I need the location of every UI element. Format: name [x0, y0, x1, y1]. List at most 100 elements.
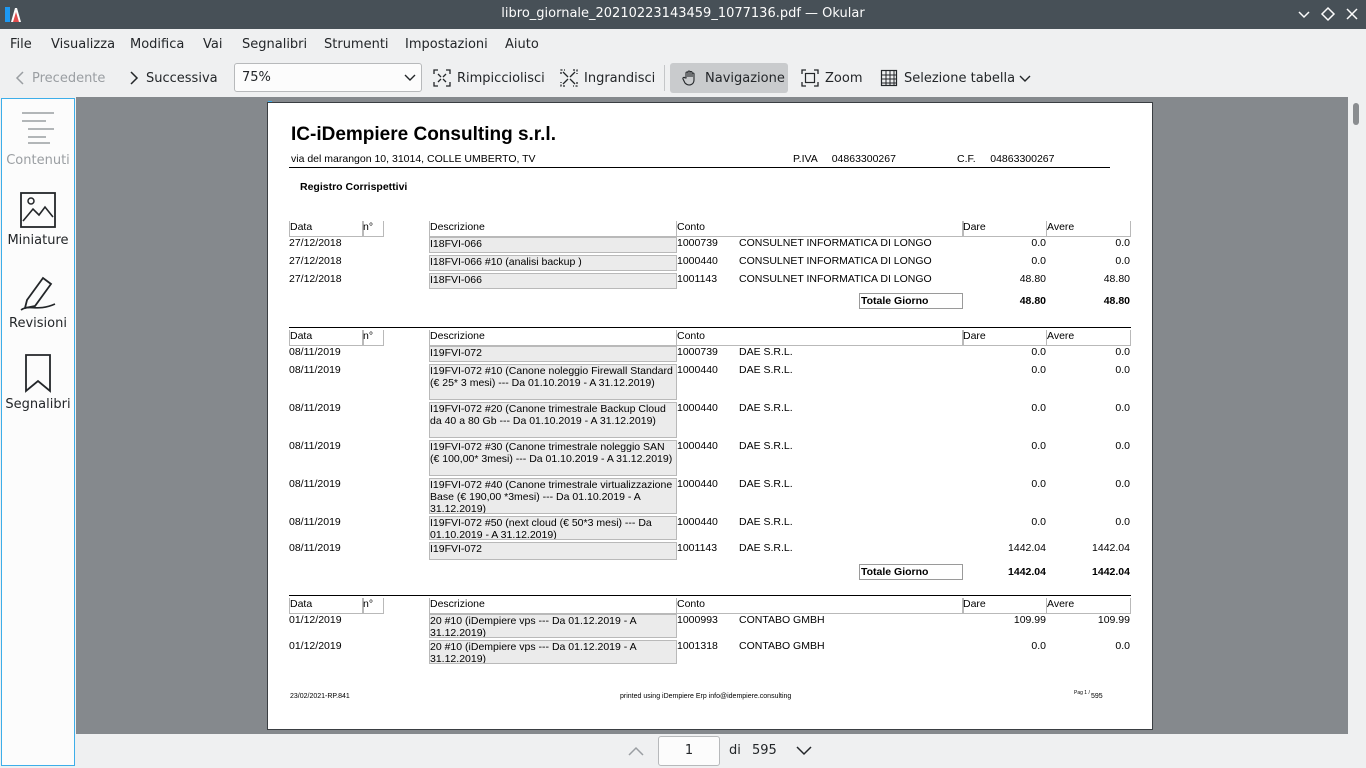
row-account-name: CONTABO GMBH: [739, 640, 825, 652]
bookmarks-icon: [25, 354, 51, 393]
column-header-descrizione: Descrizione: [429, 330, 677, 346]
row-description: 20 #10 (iDempiere vps --- Da 01.12.2019 …: [429, 640, 677, 664]
row-account-name: CONSULNET INFORMATICA DI LONGO: [739, 273, 932, 285]
day-total-avere: 48.80: [1103, 295, 1130, 307]
column-header-conto: Conto: [676, 221, 964, 237]
row-description: I18FVI-066: [429, 237, 677, 253]
column-header-conto: Conto: [676, 598, 964, 614]
page-of-label: di: [729, 743, 741, 758]
row-account: 1000739: [677, 237, 718, 249]
row-avere: 0.0: [1115, 402, 1130, 414]
row-date: 01/12/2019: [289, 614, 342, 626]
zoom-out-label: Rimpicciolisci: [457, 70, 545, 86]
menu-bar: File Visualizza Modifica Vai Segnalibri …: [0, 29, 1366, 59]
column-header-avere: Avere: [1046, 598, 1131, 614]
row-description: I19FVI-072: [429, 542, 677, 560]
row-account: 1001318: [677, 640, 718, 652]
zoom-out-button[interactable]: Rimpicciolisci: [433, 63, 545, 93]
row-date: 08/11/2019: [289, 478, 341, 490]
page-number-input[interactable]: 1: [658, 736, 720, 766]
zoom-in-label: Ingrandisci: [584, 70, 656, 86]
row-account-name: CONTABO GMBH: [739, 614, 825, 626]
footer-page-prefix: Pag 1 /: [1074, 690, 1090, 696]
row-avere: 0.0: [1115, 516, 1130, 528]
row-description: I18FVI-066 #10 (analisi backup ): [429, 255, 677, 271]
row-account: 1000440: [677, 440, 718, 452]
chevron-up-icon[interactable]: [627, 744, 645, 758]
column-header-dare: Dare: [962, 598, 1047, 614]
row-avere: 0.0: [1115, 440, 1130, 452]
sidebar-annotations-label: Revisioni: [9, 316, 67, 331]
chevron-right-icon: [130, 71, 139, 85]
zoom-select[interactable]: 75%: [234, 63, 422, 92]
row-description: I19FVI-072 #30 (Canone trimestrale noleg…: [429, 440, 677, 476]
next-page-button[interactable]: Successiva: [128, 63, 218, 93]
menu-tools[interactable]: Strumenti: [324, 37, 389, 52]
row-account-name: DAE S.R.L.: [739, 542, 793, 554]
row-dare: 109.99: [1013, 614, 1046, 626]
row-description: I19FVI-072 #20 (Canone trimestrale Backu…: [429, 402, 677, 438]
row-dare: 48.80: [1019, 273, 1046, 285]
vertical-scrollbar[interactable]: [1348, 97, 1366, 734]
browse-tool-button[interactable]: Navigazione: [670, 63, 788, 93]
table-selection-label: Selezione tabella: [904, 70, 1016, 86]
menu-bookmarks[interactable]: Segnalibri: [242, 37, 307, 52]
column-header-dare: Dare: [962, 221, 1047, 237]
row-date: 27/12/2018: [289, 255, 342, 267]
close-icon[interactable]: [1343, 5, 1361, 23]
sidebar-item-thumbnails[interactable]: Miniature: [2, 191, 74, 248]
menu-file[interactable]: File: [10, 37, 32, 52]
tool-menu-chevron-icon[interactable]: [1018, 73, 1032, 85]
sidebar-item-contents[interactable]: Contenuti: [2, 109, 74, 168]
row-dare: 0.0: [1031, 440, 1046, 452]
column-header-avere: Avere: [1046, 330, 1131, 346]
zoom-in-icon: [560, 69, 578, 87]
footer-printed: printed using iDempiere Erp info@idempie…: [620, 693, 792, 700]
row-account: 1000739: [677, 346, 718, 358]
row-date: 08/11/2019: [289, 542, 341, 554]
row-description: 20 #10 (iDempiere vps --- Da 01.12.2019 …: [429, 614, 677, 638]
annotations-icon: [20, 276, 56, 311]
column-header-n: n°: [362, 330, 384, 346]
previous-page-button[interactable]: Precedente: [14, 63, 105, 93]
table-icon: [880, 69, 898, 87]
row-dare: 0.0: [1031, 516, 1046, 528]
row-date: 08/11/2019: [289, 402, 341, 414]
scrollbar-thumb[interactable]: [1353, 103, 1359, 125]
minimize-icon[interactable]: [1295, 5, 1313, 23]
row-avere: 0.0: [1115, 255, 1130, 267]
menu-edit[interactable]: Modifica: [130, 37, 184, 52]
row-date: 08/11/2019: [289, 346, 341, 358]
row-dare: 0.0: [1031, 402, 1046, 414]
company-vat: P.IVA 04863300267: [793, 153, 896, 165]
menu-help[interactable]: Aiuto: [505, 37, 539, 52]
menu-go[interactable]: Vai: [203, 37, 222, 52]
menu-view[interactable]: Visualizza: [51, 37, 115, 52]
column-header-data: Data: [289, 330, 364, 346]
table-selection-button[interactable]: Selezione tabella: [880, 63, 1015, 93]
row-dare: 0.0: [1031, 237, 1046, 249]
row-avere: 1442.04: [1092, 542, 1130, 554]
row-account: 1000993: [677, 614, 718, 626]
day-total-label: Totale Giorno: [859, 293, 963, 309]
register-title: Registro Corrispettivi: [300, 181, 408, 193]
title-bar: libro_giornale_20210223143459_1077136.pd…: [0, 0, 1366, 29]
row-account: 1001143: [677, 273, 718, 285]
sidebar-item-bookmarks[interactable]: Segnalibri: [2, 353, 74, 412]
row-avere: 0.0: [1115, 346, 1130, 358]
row-account: 1000440: [677, 364, 718, 376]
row-account-name: DAE S.R.L.: [739, 440, 793, 452]
menu-settings[interactable]: Impostazioni: [405, 37, 488, 52]
zoom-in-button[interactable]: Ingrandisci: [560, 63, 655, 93]
sidebar-item-annotations[interactable]: Revisioni: [2, 274, 74, 331]
maximize-icon[interactable]: [1319, 5, 1337, 23]
zoom-tool-button[interactable]: Zoom: [801, 63, 862, 93]
chevron-down-icon[interactable]: [795, 744, 813, 758]
row-description: I18FVI-066: [429, 273, 677, 289]
column-header-data: Data: [289, 221, 364, 237]
document-view[interactable]: IC-iDempiere Consulting s.r.l. via del m…: [76, 97, 1348, 734]
row-date: 08/11/2019: [289, 364, 341, 376]
column-header-n: n°: [362, 598, 384, 614]
pdf-page[interactable]: IC-iDempiere Consulting s.r.l. via del m…: [267, 102, 1153, 730]
row-avere: 0.0: [1115, 640, 1130, 652]
